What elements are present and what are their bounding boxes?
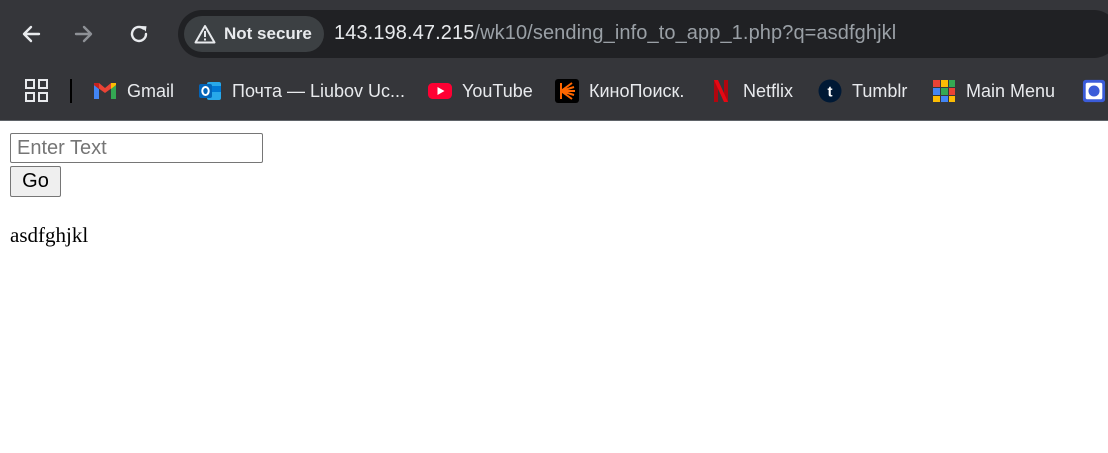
bookmark-youtube[interactable]: YouTube <box>428 74 533 108</box>
bookmark-kinopoisk[interactable]: КиноПоиск. <box>555 74 684 108</box>
kinopoisk-icon <box>555 79 579 103</box>
bookmark-site-icon <box>1082 79 1106 103</box>
output-text: asdfghjkl <box>10 223 89 247</box>
bookmark-partial[interactable] <box>1082 74 1106 108</box>
outlook-icon <box>198 79 222 103</box>
go-button[interactable]: Go <box>10 166 61 197</box>
svg-text:t: t <box>828 84 833 101</box>
address-bar[interactable]: Not secure 143.198.47.215/wk10/sending_i… <box>178 10 1108 58</box>
netflix-icon <box>709 79 733 103</box>
youtube-icon <box>428 79 452 103</box>
bookmark-label: Gmail <box>127 80 175 101</box>
url-path: /wk10/sending_info_to_app_1.php?q=asdfgh… <box>474 22 897 44</box>
bookmark-label: Main Menu <box>966 80 1056 101</box>
bookmark-label: YouTube <box>462 80 533 101</box>
url-text[interactable]: 143.198.47.215/wk10/sending_info_to_app_… <box>334 22 896 45</box>
bookmark-label: Tumblr <box>852 80 908 101</box>
browser-toolbar: Not secure 143.198.47.215/wk10/sending_i… <box>0 0 1108 68</box>
bookmarks-bar: Gmail Почта — Liubov Uc... YouTube КиноП… <box>0 68 1108 120</box>
site-info-chip[interactable]: Not secure <box>184 16 324 52</box>
bookmark-label: КиноПоиск. <box>589 80 685 101</box>
main-menu-icon <box>932 79 956 103</box>
warning-icon <box>194 25 216 44</box>
bookmark-label: Почта — Liubov Uc... <box>232 80 406 101</box>
bookmark-main-menu[interactable]: Main Menu <box>932 74 1055 108</box>
bookmark-outlook[interactable]: Почта — Liubov Uc... <box>198 74 405 108</box>
url-host: 143.198.47.215 <box>334 22 475 44</box>
gmail-icon <box>93 79 117 103</box>
security-label: Not secure <box>224 24 312 43</box>
bookmark-gmail[interactable]: Gmail <box>93 74 174 108</box>
browser-chrome: Not secure 143.198.47.215/wk10/sending_i… <box>0 0 1108 121</box>
tumblr-icon: t <box>818 79 842 103</box>
text-input[interactable] <box>10 133 263 163</box>
reload-button[interactable] <box>122 17 156 51</box>
forward-button[interactable] <box>67 17 101 51</box>
bookmark-netflix[interactable]: Netflix <box>709 74 793 108</box>
back-button[interactable] <box>14 17 48 51</box>
bookmark-divider <box>70 79 72 103</box>
bookmark-label: Netflix <box>743 80 794 101</box>
bookmark-tumblr[interactable]: t Tumblr <box>818 74 907 108</box>
arrow-right-icon <box>74 25 93 43</box>
reload-icon <box>130 25 148 43</box>
page-content: Go asdfghjkl <box>0 121 1108 453</box>
apps-button[interactable] <box>24 78 50 104</box>
arrow-left-icon <box>22 25 41 43</box>
apps-grid-icon <box>25 79 48 102</box>
